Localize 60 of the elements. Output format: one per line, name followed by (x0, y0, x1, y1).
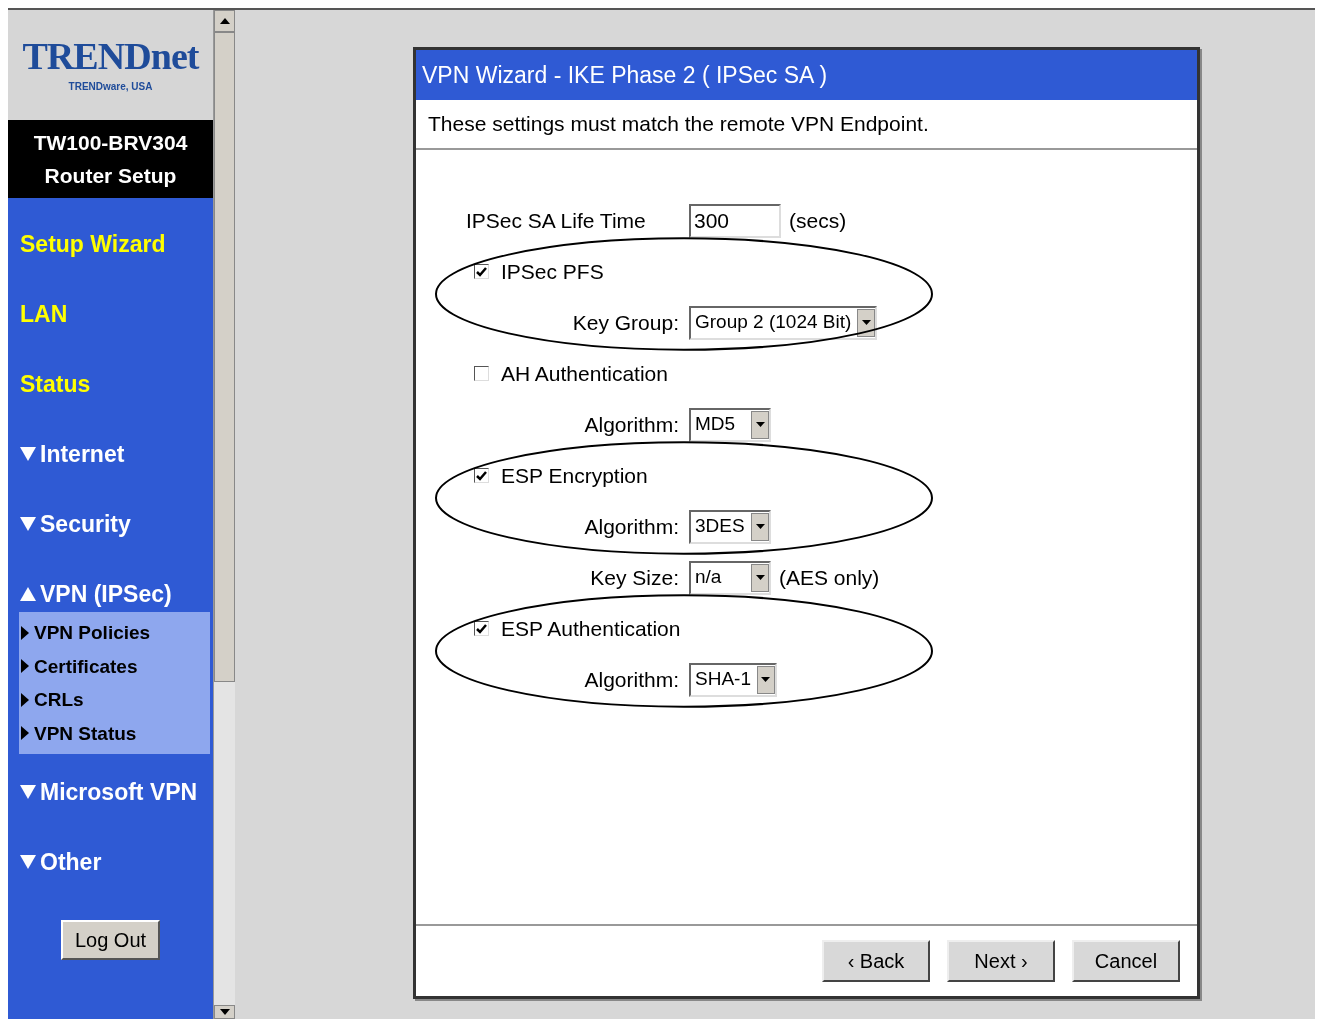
submenu-link[interactable]: VPN Status (21, 716, 137, 750)
dropdown-arrow-icon (755, 575, 765, 580)
field-label: Algorithm: (584, 666, 679, 693)
dropdown-arrow-icon (761, 677, 771, 682)
description-text: These settings must match the remote VPN Endpoint. (428, 111, 929, 138)
model-name: TW100-BRV304 (33, 132, 188, 153)
dropdown[interactable]: SHA-1 (689, 662, 777, 697)
dropdown-arrow-icon (755, 422, 765, 427)
scrollbar[interactable] (213, 10, 235, 1019)
nav-link[interactable]: Setup Wizard (20, 226, 166, 262)
brand-subtitle: TRENDware, USA (68, 79, 153, 94)
right-triangle-icon (21, 726, 29, 741)
dialog-title: VPN Wizard - IKE Phase 2 ( IPSec SA ) (416, 50, 1197, 100)
input-field[interactable]: 300 (689, 203, 781, 238)
nav-section[interactable]: Security (20, 506, 131, 542)
checkbox[interactable] (474, 366, 489, 381)
submenu-link[interactable]: Certificates (21, 649, 138, 683)
dropdown-arrow-icon (755, 524, 765, 529)
unit-label: (secs) (789, 207, 847, 234)
check-mark-icon (476, 623, 487, 634)
dropdown-arrow-icon (861, 320, 871, 325)
field-label: Algorithm: (584, 513, 679, 540)
checkbox[interactable] (474, 468, 489, 483)
checkbox-label[interactable]: ESP Encryption (501, 459, 648, 492)
dropdown[interactable]: n/a (689, 560, 771, 595)
check-mark-icon (476, 470, 487, 481)
scrollbar-thumb[interactable] (214, 32, 235, 682)
router-setup-label: Router Setup (44, 165, 177, 186)
nav-section[interactable]: Other (20, 844, 102, 880)
submenu-link[interactable]: CRLs (21, 683, 84, 717)
check-mark-icon (476, 266, 487, 277)
nav-section[interactable]: Internet (20, 436, 125, 472)
nav-link[interactable]: Status (20, 366, 91, 402)
checkbox[interactable] (474, 621, 489, 636)
brand-logo: TRENDnet (22, 36, 199, 75)
dropdown[interactable]: 3DES (689, 509, 771, 544)
checkbox-label[interactable]: AH Authentication (501, 357, 668, 390)
submenu-link[interactable]: VPN Policies (21, 616, 151, 650)
dropdown[interactable]: Group 2 (1024 Bit) (689, 305, 878, 340)
wizard-button[interactable]: Next › (947, 940, 1055, 982)
down-arrow-icon[interactable] (219, 1009, 230, 1015)
nav-link[interactable]: LAN (20, 296, 68, 332)
field-label: Key Group: (572, 309, 679, 336)
nav-section[interactable]: VPN (IPSec) (20, 576, 172, 612)
wizard-button[interactable]: ‹ Back (822, 940, 930, 982)
right-triangle-icon (21, 692, 29, 707)
dropdown[interactable]: MD5 (689, 407, 771, 442)
checkbox[interactable] (474, 264, 489, 279)
right-triangle-icon (21, 625, 29, 640)
right-triangle-icon (21, 659, 29, 674)
wizard-button[interactable]: Cancel (1072, 940, 1180, 982)
field-label: Algorithm: (584, 411, 679, 438)
field-label: Key Size: (590, 564, 679, 591)
checkbox-label[interactable]: IPSec PFS (501, 255, 604, 288)
unit-label: (AES only) (779, 564, 880, 591)
logout-button[interactable]: Log Out (60, 920, 161, 960)
up-arrow-icon[interactable] (219, 18, 230, 24)
nav-section[interactable]: Microsoft VPN (20, 774, 198, 810)
field-label: IPSec SA Life Time (466, 207, 646, 234)
checkbox-label[interactable]: ESP Authentication (501, 612, 681, 645)
